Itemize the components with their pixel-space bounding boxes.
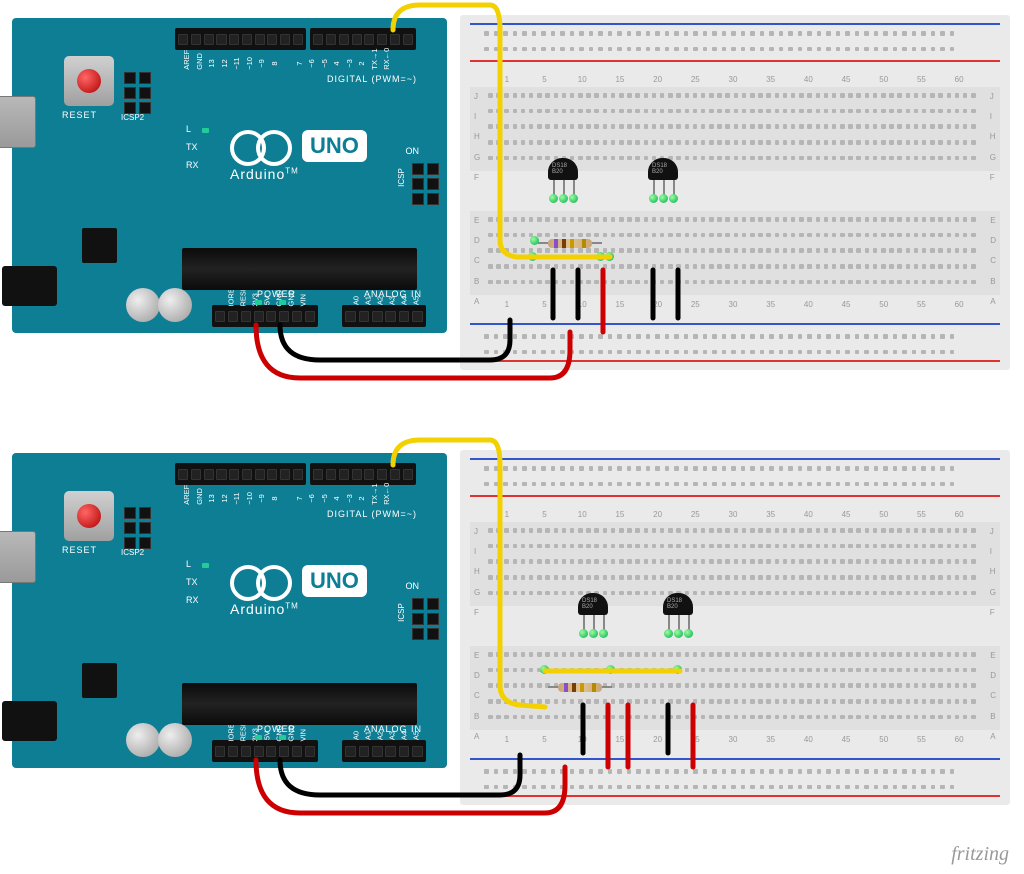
row-labels-left-top: JIHGF	[474, 92, 480, 182]
row-labels-right-top: JIHGF	[990, 92, 996, 182]
reset-label: RESET	[62, 545, 97, 555]
reset-label: RESET	[62, 110, 97, 120]
ds18b20-sensor-2a	[578, 593, 608, 615]
digital-header-right[interactable]	[310, 463, 416, 485]
icsp2-label: ICSP2	[121, 113, 144, 122]
icsp2-header	[124, 507, 151, 549]
barrel-jack	[2, 701, 57, 741]
row-labels-left-bot: EDCBA	[474, 651, 480, 741]
digital-header-right[interactable]	[310, 28, 416, 50]
row-labels-left-bot: EDCBA	[474, 216, 480, 306]
field-top-holes[interactable]	[488, 93, 976, 160]
power-pin-labels: IOREFRESET3V35VGNDGNDVIN	[225, 296, 309, 305]
digital-pin-labels: AREFGND1312~11~10~987~6~54~32TX→1RX←0	[180, 488, 393, 503]
bottom-rail-holes[interactable]	[484, 769, 954, 789]
digital-header-left[interactable]	[175, 463, 306, 485]
power-header[interactable]	[212, 305, 318, 327]
reset-button[interactable]	[64, 56, 114, 106]
col-numbers-top: 151015202530354045505560	[488, 75, 978, 84]
field-bot-holes[interactable]	[488, 217, 976, 284]
col-numbers-bot: 151015202530354045505560	[488, 735, 978, 744]
breadboard-1: 151015202530354045505560 151015202530354…	[460, 15, 1010, 370]
analog-header[interactable]	[342, 740, 426, 762]
barrel-jack	[2, 266, 57, 306]
breadboard-2: 151015202530354045505560 151015202530354…	[460, 450, 1010, 805]
ds18b20-sensor-1b	[648, 158, 678, 180]
col-numbers-bot: 151015202530354045505560	[488, 300, 978, 309]
regulator	[82, 228, 117, 263]
arduino-brand: ArduinoTM	[230, 166, 299, 182]
row-labels-right-bot: EDCBA	[990, 216, 996, 306]
top-rail-holes[interactable]	[484, 466, 954, 486]
capacitors	[126, 288, 190, 322]
row-labels-right-bot: EDCBA	[990, 651, 996, 741]
digital-label: DIGITAL (PWM=~)	[327, 74, 417, 84]
icsp-header	[412, 163, 439, 205]
row-labels-left-top: JIHGF	[474, 527, 480, 617]
col-numbers-top: 151015202530354045505560	[488, 510, 978, 519]
analog-header[interactable]	[342, 305, 426, 327]
icsp-header	[412, 598, 439, 640]
bottom-rail-holes[interactable]	[484, 334, 954, 354]
fritzing-credit: fritzing	[951, 843, 1009, 866]
digital-header-left[interactable]	[175, 28, 306, 50]
analog-pin-labels: A0A1A2A3A4A5	[350, 296, 422, 305]
atmega-chip	[182, 248, 417, 290]
arduino-logo: UNO	[230, 130, 367, 162]
pullup-resistor-1	[548, 239, 592, 248]
power-pin-labels: IOREFRESET3V35VGNDGNDVIN	[225, 731, 309, 740]
ds18b20-sensor-2b	[663, 593, 693, 615]
led-labels: LTXRX	[186, 124, 199, 178]
icsp2-header	[124, 72, 151, 114]
digital-pin-labels: AREFGND1312~11~10~987~6~54~32TX→1RX←0	[180, 53, 393, 68]
arduino-board-1: RESET ICSP2 ICSP AREFGND1312~11~10~987~6…	[12, 18, 447, 333]
pullup-resistor-2	[558, 683, 602, 692]
usb-port	[0, 531, 36, 583]
icsp-label: ICSP	[397, 168, 406, 187]
power-header[interactable]	[212, 740, 318, 762]
top-rail-holes[interactable]	[484, 31, 954, 51]
arduino-board-2: RESET ICSP2 ICSP AREFGND1312~11~10~987~6…	[12, 453, 447, 768]
row-labels-right-top: JIHGF	[990, 527, 996, 617]
ds18b20-sensor-1a	[548, 158, 578, 180]
on-label: ON	[406, 146, 420, 156]
reset-button[interactable]	[64, 491, 114, 541]
analog-pin-labels: A0A1A2A3A4A5	[350, 731, 422, 740]
usb-port	[0, 96, 36, 148]
